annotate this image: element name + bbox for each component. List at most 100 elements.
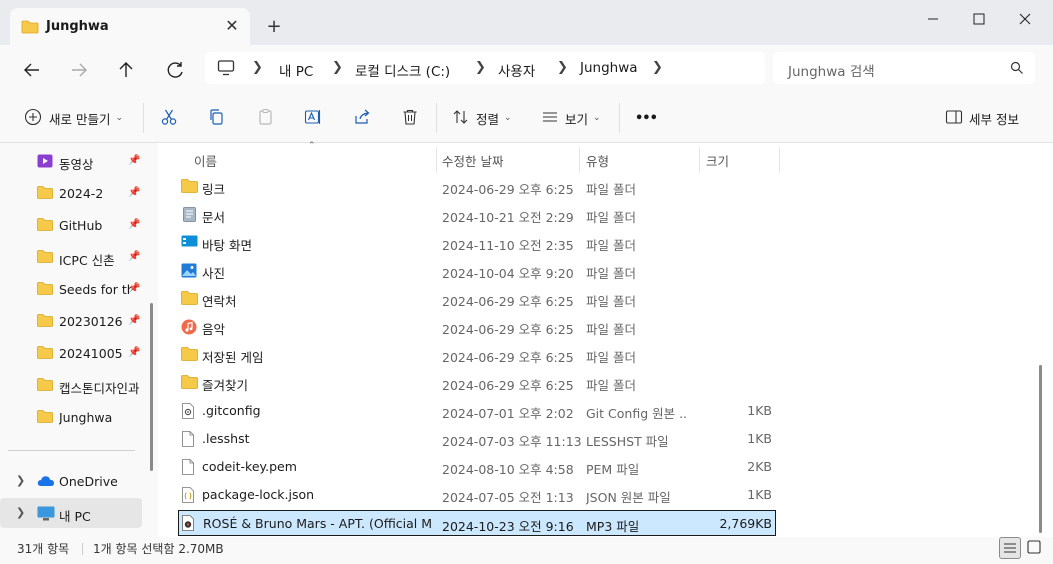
sidebar-item-junghwa[interactable]: Junghwa xyxy=(0,402,142,432)
cut-button[interactable] xyxy=(160,107,178,129)
file-size: 1KB xyxy=(747,487,772,502)
file-row[interactable]: 음악 2024-06-29 오후 6:25 파일 폴더 xyxy=(178,314,776,340)
tab-junghwa[interactable]: Junghwa ✕ xyxy=(10,8,250,45)
column-divider[interactable] xyxy=(579,147,580,173)
new-tab-button[interactable]: + xyxy=(262,16,286,40)
file-type: 파일 폴더 xyxy=(586,294,636,309)
sidebar-item-onedrive[interactable]: ❯ OneDrive xyxy=(0,466,142,496)
back-button[interactable] xyxy=(17,55,47,85)
file-size: 1KB xyxy=(747,403,772,418)
file-row[interactable]: package-lock.json 2024-07-05 오전 1:13 JSO… xyxy=(178,482,776,508)
sidebar-item-20241005[interactable]: 20241005 📌 xyxy=(0,338,142,368)
paste-button[interactable] xyxy=(257,107,275,129)
close-window-button[interactable] xyxy=(1002,6,1048,32)
file-row[interactable]: .gitconfig 2024-07-01 오후 2:02 Git Config… xyxy=(178,398,776,424)
toolbar-divider xyxy=(619,103,620,133)
close-tab-icon[interactable]: ✕ xyxy=(222,16,242,36)
toolbar-divider xyxy=(143,103,144,133)
up-button[interactable] xyxy=(111,55,141,85)
chevron-right-icon[interactable]: ❯ xyxy=(652,60,663,75)
chevron-right-icon[interactable]: ❯ xyxy=(557,60,568,75)
file-row[interactable]: codeit-key.pem 2024-08-10 오후 4:58 PEM 파일… xyxy=(178,454,776,480)
navigation-pane: 동영상 📌 2024-2 📌 GitHub 📌 ICPC 신촌 📌 Seeds … xyxy=(0,143,158,537)
add-icon xyxy=(24,108,42,129)
address-bar[interactable]: ❯ 내 PC ❯ 로컬 디스크 (C:) ❯ 사용자 ❯ Junghwa ❯ xyxy=(205,52,765,84)
search-box[interactable]: Junghwa 검색 xyxy=(773,52,1035,84)
sidebar-item-this-pc[interactable]: ❯ 내 PC xyxy=(0,498,142,528)
file-modified: 2024-08-10 오후 4:58 xyxy=(442,462,574,477)
file-row[interactable]: 바탕 화면 2024-11-10 오전 2:35 파일 폴더 xyxy=(178,230,776,256)
delete-button[interactable] xyxy=(401,107,419,129)
breadcrumb-users[interactable]: 사용자 xyxy=(498,60,535,80)
file-modified: 2024-06-29 오후 6:25 xyxy=(442,322,574,337)
refresh-button[interactable] xyxy=(160,55,190,85)
breadcrumb-this-pc[interactable]: 내 PC xyxy=(279,60,313,80)
file-explorer-window: Junghwa ✕ + ❯ 내 PC ❯ 로컬 디스크 (C:) ❯ 사용자 ❯… xyxy=(0,0,1053,564)
column-header-modified[interactable]: 수정한 날짜 xyxy=(442,151,503,170)
folder-icon xyxy=(37,282,53,298)
file-row[interactable]: 연락처 2024-06-29 오후 6:25 파일 폴더 xyxy=(178,286,776,312)
pin-icon: 📌 xyxy=(128,315,141,326)
file-icon xyxy=(181,459,195,478)
sidebar-item-label: 내 PC xyxy=(59,509,91,524)
file-row[interactable]: 사진 2024-10-04 오후 9:20 파일 폴더 xyxy=(178,258,776,284)
column-divider[interactable] xyxy=(436,147,437,173)
sort-label: 정렬 xyxy=(476,111,500,127)
new-button[interactable]: 새로 만들기 ⌄ xyxy=(24,107,123,129)
sidebar-item-github[interactable]: GitHub 📌 xyxy=(0,210,142,240)
content-scrollbar[interactable] xyxy=(1039,365,1042,533)
config-file-icon xyxy=(181,403,195,422)
breadcrumb-junghwa[interactable]: Junghwa xyxy=(580,60,638,76)
tiles-view-button[interactable] xyxy=(1024,537,1046,559)
rename-button[interactable] xyxy=(304,107,322,129)
minimize-button[interactable] xyxy=(910,6,956,32)
sidebar-item-2024-2[interactable]: 2024-2 📌 xyxy=(0,178,142,208)
file-size: 2,769KB xyxy=(719,516,772,531)
sidebar-item-icpc[interactable]: ICPC 신촌 📌 xyxy=(0,242,142,272)
file-name: ROSÉ & Bruno Mars - APT. (Official Mu... xyxy=(203,516,431,531)
computer-icon xyxy=(217,59,235,80)
column-header-size[interactable]: 크기 xyxy=(706,151,729,170)
file-row[interactable]: 링크 2024-06-29 오후 6:25 파일 폴더 xyxy=(178,174,776,200)
sidebar-item-20230126[interactable]: 20230126 📌 xyxy=(0,306,142,336)
file-modified: 2024-06-29 오후 6:25 xyxy=(442,378,574,393)
chevron-right-icon[interactable]: ❯ xyxy=(252,60,263,75)
file-type: 파일 폴더 xyxy=(586,266,636,281)
sidebar-scrollbar[interactable] xyxy=(150,303,153,471)
file-row-selected[interactable]: ROSÉ & Bruno Mars - APT. (Official Mu...… xyxy=(178,510,776,536)
file-row[interactable]: 문서 2024-10-21 오전 2:29 파일 폴더 xyxy=(178,202,776,228)
details-view-button[interactable] xyxy=(999,537,1021,559)
sidebar-item-label: ICPC 신촌 xyxy=(59,253,115,268)
item-count: 31개 항목 xyxy=(17,542,70,556)
details-pane-button[interactable]: 세부 정보 xyxy=(945,107,1019,129)
more-options-button[interactable]: ••• xyxy=(635,107,658,129)
sort-button[interactable]: 정렬 ⌄ xyxy=(452,107,512,129)
file-row[interactable]: 즐겨찾기 2024-06-29 오후 6:25 파일 폴더 xyxy=(178,370,776,396)
chevron-right-icon[interactable]: ❯ xyxy=(16,474,25,487)
status-divider xyxy=(82,543,83,555)
sidebar-item-videos[interactable]: 동영상 📌 xyxy=(0,146,142,176)
cut-icon xyxy=(160,108,178,129)
file-name: 연락처 xyxy=(202,294,237,309)
column-header-name[interactable]: 이름 xyxy=(194,151,217,170)
sidebar-item-seeds[interactable]: Seeds for the 📌 xyxy=(0,274,142,304)
column-divider[interactable] xyxy=(779,147,780,173)
sidebar-item-capstone[interactable]: 캡스톤디자인과 xyxy=(0,370,142,400)
file-type: 파일 폴더 xyxy=(586,378,636,393)
file-row[interactable]: .lesshst 2024-07-03 오후 11:13 LESSHST 파일 … xyxy=(178,426,776,452)
breadcrumb-local-disk[interactable]: 로컬 디스크 (C:) xyxy=(355,60,450,80)
column-divider[interactable] xyxy=(699,147,700,173)
copy-button[interactable] xyxy=(208,107,226,129)
folder-icon xyxy=(181,347,198,364)
file-row[interactable]: 저장된 게임 2024-06-29 오후 6:25 파일 폴더 xyxy=(178,342,776,368)
chevron-right-icon[interactable]: ❯ xyxy=(332,60,343,75)
sidebar-item-label: Seeds for the xyxy=(59,282,131,297)
maximize-button[interactable] xyxy=(956,6,1002,32)
view-button[interactable]: 보기 ⌄ xyxy=(541,107,601,129)
folder-icon xyxy=(37,378,53,394)
forward-button[interactable] xyxy=(64,55,94,85)
chevron-right-icon[interactable]: ❯ xyxy=(475,60,486,75)
share-button[interactable] xyxy=(353,107,371,129)
chevron-right-icon[interactable]: ❯ xyxy=(16,506,25,519)
column-header-type[interactable]: 유형 xyxy=(586,151,609,170)
